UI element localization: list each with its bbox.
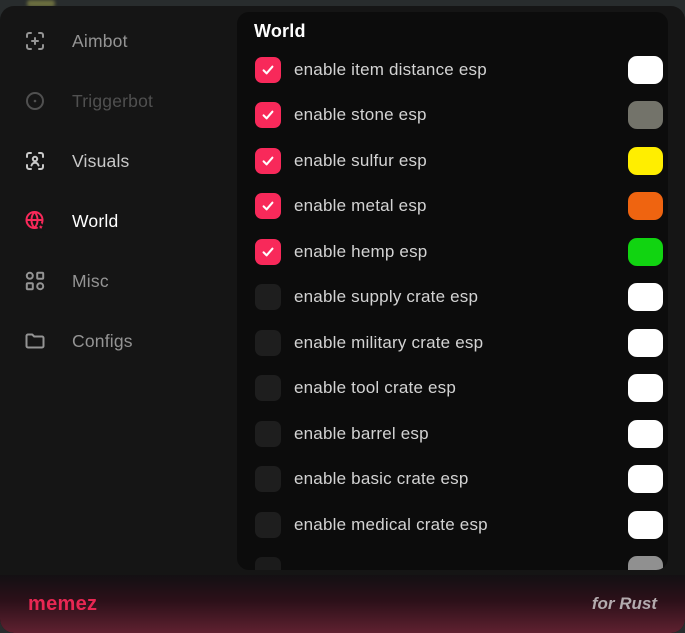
panel-title: World xyxy=(237,12,668,43)
visuals-user-scan-icon xyxy=(23,149,47,173)
esp-checkbox[interactable] xyxy=(255,284,281,310)
esp-row: enable basic crate esp xyxy=(237,457,668,503)
esp-checkbox[interactable] xyxy=(255,375,281,401)
esp-checkbox[interactable] xyxy=(255,239,281,265)
sidebar-item-label: Visuals xyxy=(72,151,130,172)
sidebar-item-configs[interactable]: Configs xyxy=(0,311,237,371)
esp-label: enable medical crate esp xyxy=(294,515,488,535)
esp-row: enable barrel esp xyxy=(237,411,668,457)
esp-checkbox[interactable] xyxy=(255,57,281,83)
brand-name: memez xyxy=(28,593,97,616)
cheat-menu-window: Aimbot Triggerbot Visuals xyxy=(0,6,685,633)
sidebar-item-aimbot[interactable]: Aimbot xyxy=(0,11,237,71)
sidebar-item-label: Aimbot xyxy=(72,31,128,52)
esp-label: enable supply crate esp xyxy=(294,287,478,307)
esp-checkbox[interactable] xyxy=(255,102,281,128)
color-swatch[interactable] xyxy=(628,192,663,220)
color-swatch[interactable] xyxy=(628,238,663,266)
esp-row: enable stone esp xyxy=(237,93,668,139)
esp-label: enable military crate esp xyxy=(294,333,483,353)
esp-label: enable basic crate esp xyxy=(294,469,469,489)
sidebar-item-label: Configs xyxy=(72,331,133,352)
world-settings-panel: World enable item distance esp enable st… xyxy=(237,12,668,570)
color-swatch[interactable] xyxy=(628,420,663,448)
esp-label: enable metal esp xyxy=(294,196,427,216)
brand-tagline: for Rust xyxy=(592,594,657,614)
esp-label: enable barrel esp xyxy=(294,424,429,444)
aimbot-crosshair-icon xyxy=(23,29,47,53)
esp-checkbox[interactable] xyxy=(255,512,281,538)
esp-row: enable sulfur esp xyxy=(237,138,668,184)
esp-checkbox[interactable] xyxy=(255,421,281,447)
sidebar: Aimbot Triggerbot Visuals xyxy=(0,6,237,633)
footer-bar: memez for Rust xyxy=(0,575,685,633)
color-swatch[interactable] xyxy=(628,101,663,129)
sidebar-item-world[interactable]: World xyxy=(0,191,237,251)
sidebar-item-visuals[interactable]: Visuals xyxy=(0,131,237,191)
esp-label: enable item distance esp xyxy=(294,60,487,80)
misc-categories-icon xyxy=(23,269,47,293)
color-swatch[interactable] xyxy=(628,147,663,175)
esp-label: enable sulfur esp xyxy=(294,151,427,171)
esp-row xyxy=(237,548,668,571)
esp-row: enable military crate esp xyxy=(237,320,668,366)
esp-label: enable tool crate esp xyxy=(294,378,456,398)
esp-checkbox[interactable] xyxy=(255,148,281,174)
color-swatch[interactable] xyxy=(628,465,663,493)
world-globe-icon xyxy=(23,209,47,233)
sidebar-item-label: Misc xyxy=(72,271,109,292)
sidebar-item-label: Triggerbot xyxy=(72,91,153,112)
sidebar-item-triggerbot[interactable]: Triggerbot xyxy=(0,71,237,131)
esp-checkbox[interactable] xyxy=(255,557,281,570)
esp-row: enable tool crate esp xyxy=(237,366,668,412)
color-swatch[interactable] xyxy=(628,56,663,84)
color-swatch[interactable] xyxy=(628,329,663,357)
sidebar-item-misc[interactable]: Misc xyxy=(0,251,237,311)
triggerbot-target-icon xyxy=(23,89,47,113)
sidebar-item-label: World xyxy=(72,211,118,232)
color-swatch[interactable] xyxy=(628,556,663,570)
color-swatch[interactable] xyxy=(628,283,663,311)
esp-row: enable medical crate esp xyxy=(237,502,668,548)
esp-checkbox[interactable] xyxy=(255,330,281,356)
color-swatch[interactable] xyxy=(628,511,663,539)
esp-options-list: enable item distance esp enable stone es… xyxy=(237,47,668,570)
esp-label: enable hemp esp xyxy=(294,242,427,262)
esp-checkbox[interactable] xyxy=(255,193,281,219)
esp-row: enable metal esp xyxy=(237,184,668,230)
color-swatch[interactable] xyxy=(628,374,663,402)
esp-row: enable hemp esp xyxy=(237,229,668,275)
esp-row: enable item distance esp xyxy=(237,47,668,93)
esp-checkbox[interactable] xyxy=(255,466,281,492)
esp-row: enable supply crate esp xyxy=(237,275,668,321)
esp-label: enable stone esp xyxy=(294,105,427,125)
configs-folder-icon xyxy=(23,329,47,353)
